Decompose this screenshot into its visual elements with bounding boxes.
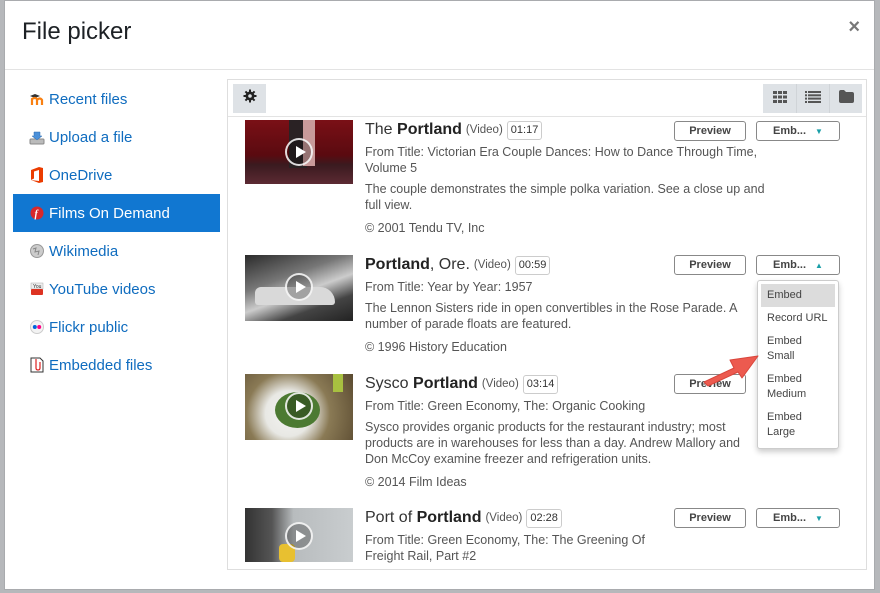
title-keyword: Portland — [365, 256, 430, 273]
title-suffix: , Ore. — [429, 256, 470, 273]
description: The couple demonstrates the simple polka… — [365, 182, 765, 212]
embed-dropdown-button[interactable]: Emb... ▼ — [756, 121, 840, 141]
menu-item-embed-large[interactable]: Embed Large — [761, 406, 835, 444]
duration-badge: 00:59 — [514, 255, 551, 275]
from-title: From Title: Green Economy, The: Organic … — [365, 399, 646, 413]
embedded-files-icon — [29, 357, 45, 373]
embed-options-menu: Embed Record URL Embed Small Embed Medium … — [757, 280, 839, 449]
embed-label: Emb... — [773, 512, 807, 524]
duration-badge: 03:14 — [522, 374, 559, 394]
svg-text:You: You — [33, 284, 42, 290]
tree-view-button[interactable] — [829, 84, 862, 113]
list-view-icon — [805, 90, 821, 108]
from-title: From Title: Green Economy, The: The Gree… — [365, 533, 645, 563]
onedrive-icon — [29, 167, 45, 183]
file-browser-panel: The Portland (Video) 01:17 From Title: V… — [227, 79, 867, 570]
play-icon — [285, 522, 313, 550]
folder-view-icon — [838, 89, 854, 108]
title-prefix: The — [365, 121, 398, 138]
media-type: (Video) — [465, 124, 503, 136]
sidebar-item-embedded-files[interactable]: Embedded files — [13, 346, 220, 384]
modal-header: File picker × — [5, 1, 874, 70]
sidebar-item-films-on-demand[interactable]: f Films On Demand — [13, 194, 220, 232]
title-keyword: Portland — [397, 121, 462, 138]
play-icon — [285, 273, 313, 301]
flickr-icon — [29, 319, 45, 335]
moodle-icon — [29, 91, 45, 107]
description: Sysco provides organic products for the … — [365, 420, 740, 466]
sidebar-item-wikimedia[interactable]: Wikimedia — [13, 232, 220, 270]
menu-item-record-url[interactable]: Record URL — [761, 307, 835, 330]
play-icon — [285, 138, 313, 166]
media-type: (Video) — [481, 378, 519, 390]
media-type: (Video) — [485, 512, 523, 524]
sidebar-item-label: Upload a file — [49, 128, 133, 146]
upload-icon — [29, 129, 45, 145]
video-thumbnail[interactable] — [245, 508, 353, 562]
play-icon — [285, 392, 313, 420]
preview-button[interactable]: Preview — [674, 121, 746, 141]
embed-label: Emb... — [773, 259, 807, 271]
file-picker-dialog: File picker × Recent files Upload a file… — [4, 0, 875, 590]
list-view-button[interactable] — [796, 84, 829, 113]
caret-up-icon: ▲ — [815, 260, 823, 270]
settings-button[interactable] — [233, 84, 266, 113]
description: The Lennon Sisters ride in open converti… — [365, 301, 737, 331]
duration-badge: 01:17 — [506, 120, 543, 140]
sidebar-item-label: Embedded files — [49, 356, 153, 374]
icon-view-button[interactable] — [763, 84, 796, 113]
preview-button[interactable]: Preview — [674, 508, 746, 528]
sidebar-item-label: OneDrive — [49, 166, 113, 184]
sidebar-item-youtube-videos[interactable]: You YouTube videos — [13, 270, 220, 308]
wikimedia-icon — [29, 243, 45, 259]
caret-down-icon: ▼ — [815, 126, 823, 136]
caret-down-icon: ▼ — [815, 513, 823, 523]
sidebar-item-upload-a-file[interactable]: Upload a file — [13, 118, 220, 156]
sidebar-item-onedrive[interactable]: OneDrive — [13, 156, 220, 194]
file-toolbar — [228, 80, 866, 117]
sidebar-item-label: Recent files — [49, 90, 128, 108]
title-keyword: Portland — [416, 509, 482, 526]
title-prefix: Port of — [365, 509, 417, 526]
embed-dropdown-button[interactable]: Emb... ▼ — [756, 508, 840, 528]
sidebar-item-label: Wikimedia — [49, 242, 119, 260]
annotation-arrow-icon — [703, 355, 759, 387]
video-thumbnail[interactable] — [245, 120, 353, 184]
youtube-icon: You — [29, 281, 45, 297]
close-button[interactable]: × — [848, 17, 860, 37]
embed-dropdown-button[interactable]: Emb... ▲ — [756, 255, 840, 275]
sidebar-item-label: Films On Demand — [49, 204, 170, 222]
grid-view-icon — [772, 90, 787, 108]
title-keyword: Portland — [413, 375, 478, 392]
preview-button[interactable]: Preview — [674, 255, 746, 275]
title-prefix: Sysco — [365, 375, 414, 392]
copyright: © 2014 Film Ideas — [365, 475, 467, 489]
menu-item-embed-medium[interactable]: Embed Medium — [761, 368, 835, 406]
menu-item-embed[interactable]: Embed — [761, 284, 835, 307]
modal-title: File picker — [22, 18, 132, 45]
video-thumbnail[interactable] — [245, 255, 353, 321]
embed-label: Emb... — [773, 125, 807, 137]
duration-badge: 02:28 — [526, 508, 562, 528]
from-title: From Title: Victorian Era Couple Dances:… — [365, 145, 758, 175]
media-type: (Video) — [473, 259, 511, 271]
repository-sidebar: Recent files Upload a file OneDrive f Fi… — [13, 80, 220, 384]
sidebar-item-recent-files[interactable]: Recent files — [13, 80, 220, 118]
films-on-demand-icon: f — [29, 205, 45, 221]
video-thumbnail[interactable] — [245, 374, 353, 440]
view-switcher — [763, 84, 862, 113]
from-title: From Title: Year by Year: 1957 — [365, 280, 533, 294]
gear-icon — [243, 89, 257, 108]
menu-item-embed-small[interactable]: Embed Small — [761, 330, 835, 368]
sidebar-item-label: Flickr public — [49, 318, 129, 336]
copyright: © 2001 Tendu TV, Inc — [365, 221, 485, 235]
sidebar-item-label: YouTube videos — [49, 280, 156, 298]
sidebar-item-flickr-public[interactable]: Flickr public — [13, 308, 220, 346]
